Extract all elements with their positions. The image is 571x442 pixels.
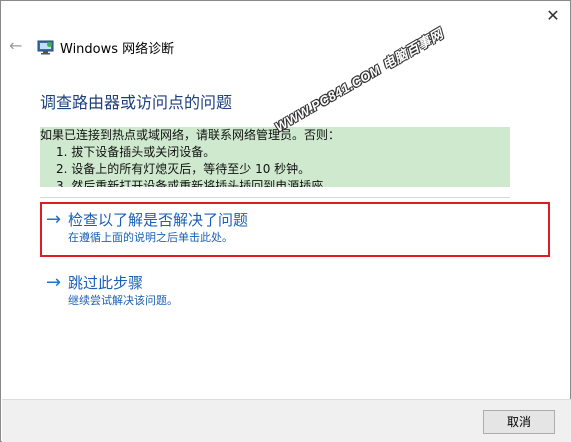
title-bar: Windows 网络诊断	[37, 37, 174, 57]
instruction-step: 3. 然后重新打开设备或重新将插头插回到电源插座。	[56, 179, 336, 187]
check-solved-option[interactable]: → 检查以了解是否解决了问题 在遵循上面的说明之后单击此处。	[40, 202, 550, 257]
back-arrow-icon[interactable]: ←	[9, 38, 25, 54]
close-icon[interactable]: ✕	[544, 7, 562, 25]
option-title: 检查以了解是否解决了问题	[68, 211, 249, 229]
arrow-right-icon: →	[46, 209, 62, 230]
page-heading: 调查路由器或访问点的问题	[40, 93, 233, 112]
option-title: 跳过此步骤	[68, 274, 144, 292]
instruction-step: 1. 拔下设备插头或关闭设备。	[56, 145, 216, 159]
option-text: 检查以了解是否解决了问题 在遵循上面的说明之后单击此处。	[68, 210, 248, 245]
window-title: Windows 网络诊断	[60, 41, 175, 57]
instruction-step: 2. 设备上的所有灯熄灭后，等待至少 10 秒钟。	[56, 162, 311, 176]
diagnostics-window: ✕ ← Windows 网络诊断 调查路由器或访问点的问题 如果已连接到热点或域…	[0, 0, 571, 442]
arrow-right-icon: →	[46, 272, 62, 293]
instructions-box: 如果已连接到热点或域网络，请联系网络管理员。否则： 1. 拔下设备插头或关闭设备…	[40, 127, 510, 187]
site-watermark: WWW.PC841.COM 电脑百事网	[272, 25, 446, 135]
instructions-intro: 如果已连接到热点或域网络，请联系网络管理员。否则：	[40, 128, 341, 142]
option-description: 继续尝试解决该问题。	[68, 294, 178, 307]
network-diagnostics-icon	[37, 40, 54, 55]
option-description: 在遵循上面的说明之后单击此处。	[68, 231, 233, 244]
skip-step-option[interactable]: → 跳过此步骤 继续尝试解决该问题。	[40, 271, 550, 311]
footer-bar: 取消	[2, 399, 571, 442]
cancel-button[interactable]: 取消	[483, 410, 555, 434]
divider	[40, 197, 510, 198]
option-text: 跳过此步骤 继续尝试解决该问题。	[68, 273, 178, 308]
